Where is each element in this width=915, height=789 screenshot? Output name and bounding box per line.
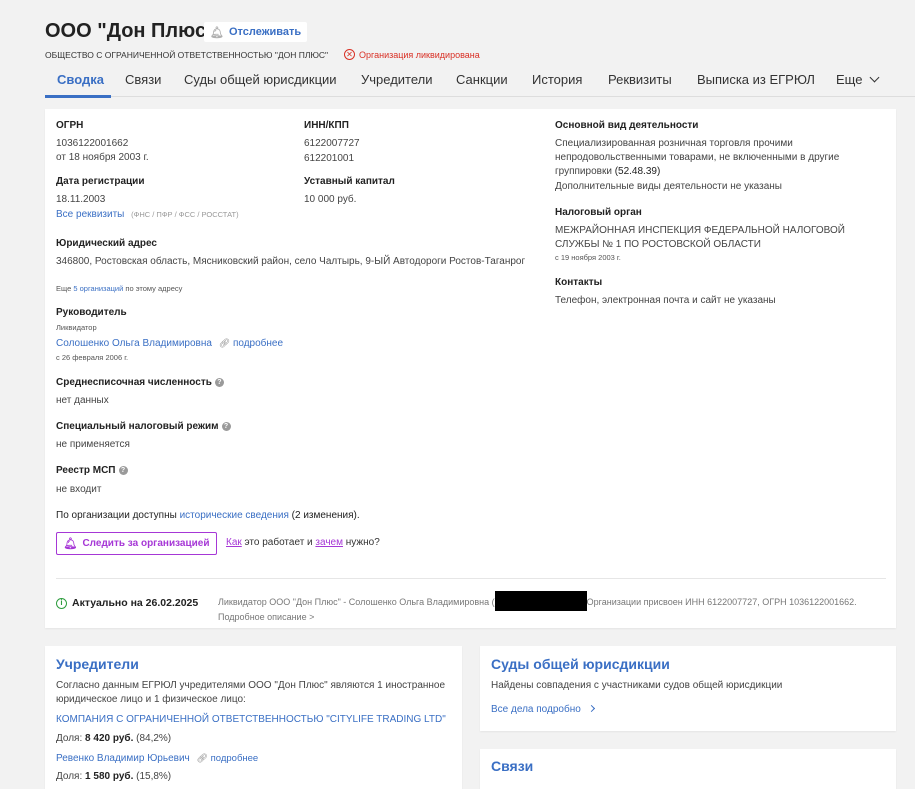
all-cases-link[interactable]: Все дела подробно: [491, 704, 595, 715]
founders-title[interactable]: Учредители: [56, 656, 139, 672]
link-icon: 🔗︎: [218, 338, 231, 348]
head-row: Солошенко Ольга Владимировна 🔗︎ подробне…: [56, 338, 283, 349]
address-label: Юридический адрес: [56, 238, 157, 249]
page-title: ООО "Дон Плюс": [45, 20, 216, 42]
activity-extra: Дополнительные виды деятельности не указ…: [555, 181, 782, 192]
links-title[interactable]: Связи: [491, 758, 533, 774]
activity-value: Специализированная розничная торговля пр…: [555, 138, 840, 177]
inn-value: 6122007727: [304, 138, 360, 149]
msp-label: Реестр МСП?: [56, 465, 128, 476]
follow-organization-button[interactable]: 🔔︎ Следить за организацией: [56, 532, 217, 555]
founder-link[interactable]: КОМПАНИЯ С ОГРАНИЧЕННОЙ ОТВЕТСТВЕННОСТЬЮ…: [56, 714, 446, 725]
track-label: Отслеживать: [228, 26, 302, 38]
contacts-value: Телефон, электронная почта и сайт не ука…: [555, 295, 776, 306]
staff-label: Среднесписочная численность?: [56, 377, 224, 388]
tab-courts[interactable]: Суды общей юрисдикции: [184, 72, 337, 87]
status-badge: ✕ Организация ликвидирована: [344, 49, 480, 60]
history-note: По организации доступны исторические све…: [56, 510, 360, 521]
reg-date-value: 18.11.2003: [56, 194, 106, 205]
actual-date: i Актуально на 26.02.2025: [56, 597, 198, 609]
tab-history[interactable]: История: [532, 72, 582, 87]
all-requisites: Все реквизиты (ФНС / ПФР / ФСС / РОССТАТ…: [56, 209, 239, 220]
head-since: с 26 февраля 2006 г.: [56, 353, 129, 362]
tax-office-value: МЕЖРАЙОННАЯ ИНСПЕКЦИЯ ФЕДЕРАЛЬНОЙ НАЛОГО…: [555, 225, 845, 250]
bell-icon: 🔔︎: [63, 538, 78, 550]
tab-sanctions[interactable]: Санкции: [456, 72, 508, 87]
founder-row: Ревенко Владимир Юрьевич 🔗︎ подробнее: [56, 753, 258, 764]
kpp-value: 612201001: [304, 153, 355, 164]
divider: [56, 578, 886, 579]
latest-news[interactable]: Ликвидатор ООО "Дон Плюс" - Солошенко Ол…: [218, 591, 858, 624]
tab-egrul-extract[interactable]: Выписка из ЕГРЮЛ: [697, 72, 815, 87]
founder-more-link[interactable]: 🔗︎ подробнее: [197, 753, 259, 764]
ogrn-date: от 18 ноября 2003 г.: [56, 152, 149, 163]
staff-value: нет данных: [56, 395, 109, 406]
tax-office-label: Налоговый орган: [555, 207, 642, 218]
head-name-link[interactable]: Солошенко Ольга Владимировна: [56, 338, 212, 349]
all-requisites-link[interactable]: Все реквизиты: [56, 209, 124, 220]
inn-label: ИНН/КПП: [304, 120, 349, 131]
courts-title[interactable]: Суды общей юрисдикции: [491, 656, 670, 672]
ogrn-label: ОГРН: [56, 120, 84, 131]
info-icon: i: [56, 597, 67, 609]
close-circle-icon: ✕: [344, 49, 355, 60]
founder-share: Доля: 8 420 руб. (84,2%): [56, 733, 172, 744]
chevron-down-icon: [869, 72, 880, 83]
why-link[interactable]: зачем: [315, 537, 343, 548]
company-full-name: ОБЩЕСТВО С ОГРАНИЧЕННОЙ ОТВЕТСТВЕННОСТЬЮ…: [45, 50, 329, 60]
courts-desc: Найдены совпадения с участниками судов о…: [491, 680, 783, 691]
tab-founders[interactable]: Учредители: [361, 72, 433, 87]
contacts-label: Контакты: [555, 277, 603, 288]
founders-desc: Согласно данным ЕГРЮЛ учредителями ООО "…: [56, 680, 446, 705]
address-orgs-link[interactable]: 5 организаций: [73, 284, 123, 293]
tab-summary[interactable]: Сводка: [57, 72, 104, 87]
link-icon: 🔗︎: [196, 753, 208, 763]
how-it-works: Как это работает и зачем нужно?: [226, 537, 380, 548]
founder-link[interactable]: Ревенко Владимир Юрьевич: [56, 753, 190, 764]
tax-regime-value: не применяется: [56, 439, 130, 450]
help-icon[interactable]: ?: [214, 378, 224, 387]
head-role: Ликвидатор: [56, 323, 97, 332]
address-value: 346800, Ростовская область, Мясниковский…: [56, 256, 526, 267]
head-label: Руководитель: [56, 307, 127, 318]
history-link[interactable]: исторические сведения: [180, 510, 289, 521]
tab-bar: Сводка Связи Суды общей юрисдикции Учред…: [45, 64, 915, 98]
bell-icon: 🔔︎: [210, 26, 224, 39]
capital-value: 10 000 руб.: [304, 194, 357, 205]
tax-office-since: с 19 ноября 2003 г.: [555, 253, 621, 262]
chevron-right-icon: [587, 704, 595, 713]
address-more: Еще 5 организаций по этому адресу: [56, 284, 183, 293]
tax-regime-label: Специальный налоговый режим?: [56, 421, 231, 432]
track-button[interactable]: 🔔︎ Отслеживать: [204, 22, 308, 42]
msp-value: не входит: [56, 484, 102, 495]
tab-links[interactable]: Связи: [125, 72, 161, 87]
head-more-link[interactable]: 🔗︎ подробнее: [219, 338, 283, 349]
active-tab-indicator: [45, 95, 111, 98]
reg-date-label: Дата регистрации: [56, 176, 145, 187]
all-requisites-note: (ФНС / ПФР / ФСС / РОССТАТ): [131, 210, 239, 219]
activity-label: Основной вид деятельности: [555, 120, 699, 131]
help-icon[interactable]: ?: [118, 466, 128, 475]
capital-label: Уставный капитал: [304, 176, 395, 187]
founder-share: Доля: 1 580 руб. (15,8%): [56, 771, 172, 782]
activity-code: (52.48.39): [614, 166, 661, 177]
help-icon[interactable]: ?: [221, 422, 231, 431]
ogrn-value: 1036122001662: [56, 138, 129, 149]
tab-requisites[interactable]: Реквизиты: [608, 72, 672, 87]
status-text: Организация ликвидирована: [359, 49, 480, 60]
links-card: [480, 749, 896, 789]
tab-more[interactable]: Еще: [836, 72, 880, 87]
how-link[interactable]: Как: [226, 537, 242, 548]
redacted-block: [494, 591, 587, 611]
